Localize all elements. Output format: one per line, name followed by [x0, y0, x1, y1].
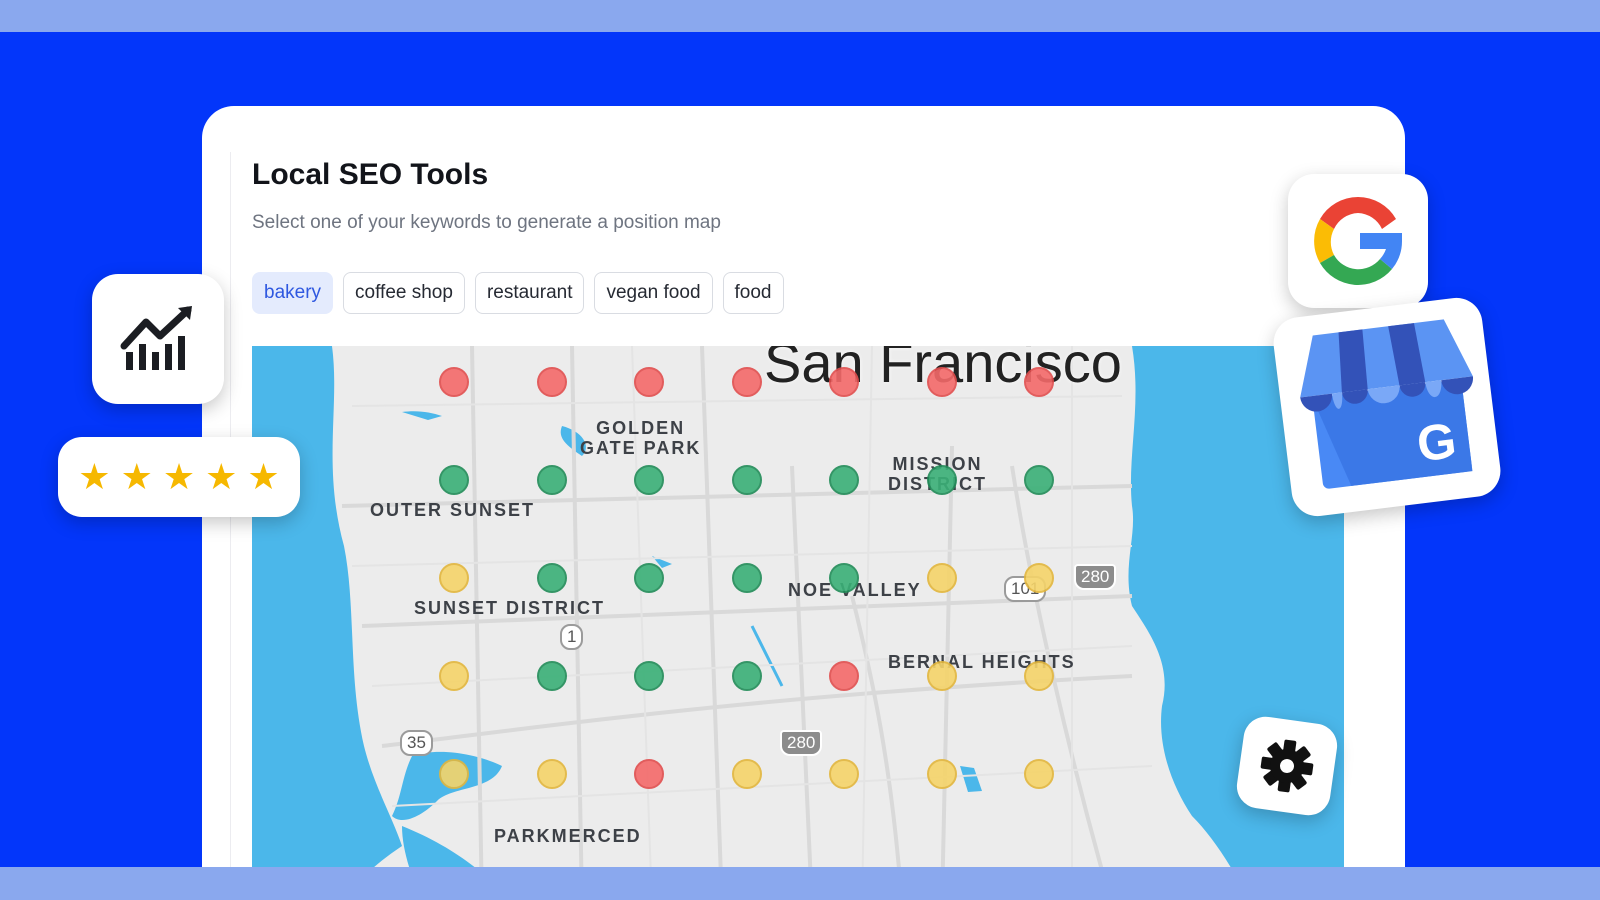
keyword-chip-bakery[interactable]: bakery — [252, 272, 334, 314]
place-label-parkmerced: PARKMERCED — [494, 826, 642, 846]
rank-dot[interactable] — [536, 465, 567, 495]
rank-dot[interactable] — [536, 563, 567, 593]
rank-dot[interactable] — [926, 367, 957, 397]
star-icon: ★ — [78, 456, 111, 497]
svg-text:G: G — [1414, 412, 1459, 472]
rank-dot[interactable] — [731, 563, 762, 593]
keyword-chip-coffee-shop[interactable]: coffee shop — [343, 272, 465, 314]
rating-badge: ★ ★ ★ ★ ★ — [58, 437, 300, 517]
position-map[interactable]: San Francisco GOLDEN GATE PARK MISSION D… — [252, 346, 1344, 867]
rank-dot[interactable] — [731, 465, 762, 495]
google-business-profile-icon: G — [1300, 319, 1473, 489]
rank-dot[interactable] — [536, 367, 567, 397]
google-logo-icon — [1314, 197, 1402, 285]
rank-dot[interactable] — [731, 661, 762, 691]
rank-dot[interactable] — [926, 759, 957, 789]
keyword-chip-group: bakery coffee shop restaurant vegan food… — [252, 272, 784, 314]
rank-dot[interactable] — [439, 465, 469, 495]
route-shield-280-north: 280 — [1074, 564, 1117, 590]
star-icon: ★ — [247, 456, 280, 497]
place-label-sunset-district: SUNSET DISTRICT — [414, 598, 606, 618]
route-shield-280-south: 280 — [780, 730, 823, 756]
rank-dot[interactable] — [1024, 661, 1054, 691]
gear-icon — [1260, 739, 1314, 793]
rank-dot[interactable] — [634, 367, 664, 397]
keyword-chip-food[interactable]: food — [722, 272, 784, 314]
rank-dot[interactable] — [439, 563, 469, 593]
route-shield-35: 35 — [400, 730, 433, 756]
rank-dot[interactable] — [439, 367, 469, 397]
rank-dot[interactable] — [634, 465, 664, 495]
rank-dot[interactable] — [829, 465, 859, 495]
rank-dot[interactable] — [439, 759, 469, 789]
route-shield-1: 1 — [560, 624, 584, 650]
star-icon: ★ — [120, 456, 153, 497]
hero-background: Local SEO Tools Select one of your keywo… — [0, 32, 1600, 867]
star-icon: ★ — [162, 456, 196, 497]
rank-dot[interactable] — [1024, 563, 1054, 593]
business-profile-badge: G — [1270, 294, 1504, 520]
rank-dot[interactable] — [536, 661, 567, 691]
rank-dot[interactable] — [829, 563, 859, 593]
rank-dot[interactable] — [1024, 759, 1054, 789]
seo-tools-panel: Local SEO Tools Select one of your keywo… — [202, 106, 1405, 867]
rank-dot[interactable] — [829, 661, 859, 691]
keyword-chip-restaurant[interactable]: restaurant — [474, 272, 585, 314]
place-label-golden-gate-park: GOLDEN GATE PARK — [580, 418, 702, 458]
rank-dot[interactable] — [731, 759, 762, 789]
keyword-chip-vegan-food[interactable]: vegan food — [594, 272, 713, 314]
rank-dot[interactable] — [926, 465, 957, 495]
rank-dot[interactable] — [536, 759, 567, 789]
rank-dot[interactable] — [1024, 367, 1054, 397]
rank-dot[interactable] — [926, 661, 957, 691]
settings-button[interactable] — [1234, 713, 1340, 819]
rank-dot[interactable] — [1024, 465, 1054, 495]
rank-dot[interactable] — [634, 759, 664, 789]
rank-dot[interactable] — [634, 661, 664, 691]
rank-dot[interactable] — [731, 367, 762, 397]
google-badge — [1288, 174, 1428, 308]
growth-chart-icon — [120, 306, 192, 370]
place-label-outer-sunset: OUTER SUNSET — [370, 500, 536, 520]
page-subtitle: Select one of your keywords to generate … — [252, 212, 721, 233]
star-icon: ★ — [205, 456, 238, 497]
rank-dot[interactable] — [829, 759, 859, 789]
rank-dot[interactable] — [634, 563, 664, 593]
rank-dot[interactable] — [926, 563, 957, 593]
star-rating: ★ ★ ★ ★ ★ — [58, 437, 300, 517]
page-title: Local SEO Tools — [252, 158, 489, 191]
rank-dot[interactable] — [829, 367, 859, 397]
analytics-badge — [92, 274, 224, 404]
rank-dot[interactable] — [439, 661, 469, 691]
